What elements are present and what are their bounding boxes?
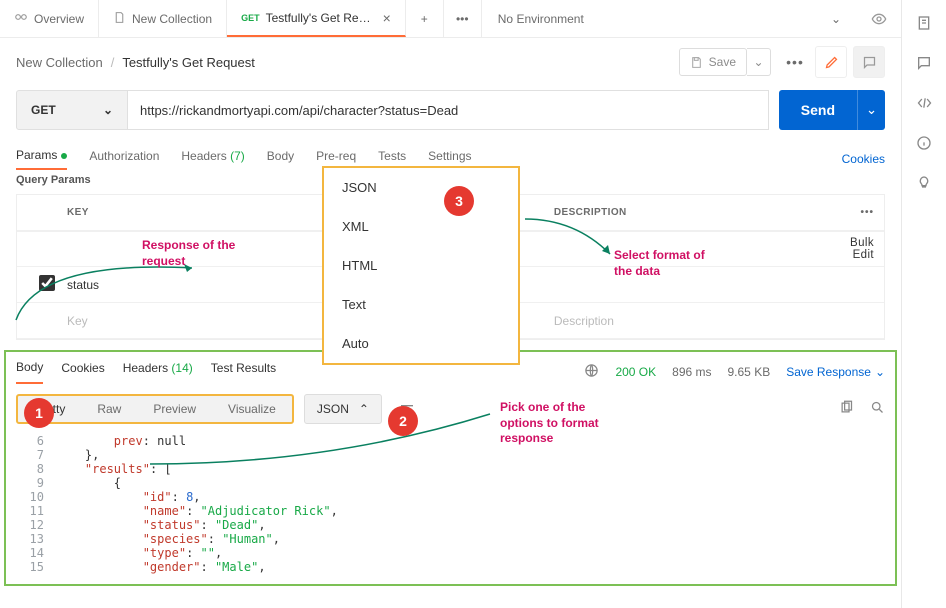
annotation-bubble-3: 3 [444, 186, 474, 216]
format-dropdown[interactable]: JSON ⌃ [304, 394, 382, 424]
view-tab-preview[interactable]: Preview [137, 396, 212, 422]
code-icon[interactable] [915, 94, 933, 112]
subtab-headers[interactable]: Headers (7) [181, 149, 244, 169]
send-dropdown[interactable]: ⌄ [857, 90, 885, 130]
param-desc-placeholder[interactable]: Description [544, 314, 836, 328]
file-icon [113, 11, 126, 27]
subtab-body[interactable]: Body [267, 149, 294, 169]
view-tab-raw[interactable]: Raw [81, 396, 137, 422]
tab-label: Overview [34, 12, 84, 26]
resp-tab-test-results[interactable]: Test Results [211, 361, 276, 383]
comment-button[interactable] [853, 46, 885, 78]
resp-tab-cookies[interactable]: Cookies [61, 361, 104, 383]
url-input[interactable] [128, 90, 769, 130]
chevron-down-icon: ⌄ [103, 103, 113, 117]
format-dropdown-menu: JSON XML HTML Text Auto [322, 166, 520, 365]
tab-overview[interactable]: Overview [0, 0, 99, 37]
annotation-text: Response of the request [142, 238, 252, 269]
annotation-bubble-2: 2 [388, 406, 418, 436]
method-selector[interactable]: GET ⌄ [16, 90, 128, 130]
annotation-bubble-1: 1 [24, 398, 54, 428]
url-row: GET ⌄ Send ⌄ [0, 90, 901, 130]
column-options[interactable]: ••• [860, 207, 874, 218]
bulk-edit-link[interactable]: Bulk Edit [836, 237, 884, 261]
environment-quicklook[interactable] [857, 0, 901, 37]
link-icon [14, 10, 28, 27]
tab-label: Testfully's Get Re… [266, 11, 371, 25]
chevron-down-icon: ⌄ [831, 12, 841, 26]
response-body[interactable]: 6 prev: null 7 }, 8 "results": [ 9 { 10 … [6, 434, 895, 584]
top-tabs: Overview New Collection GET Testfully's … [0, 0, 901, 38]
copy-icon[interactable] [839, 400, 854, 418]
right-rail [902, 0, 946, 608]
dd-item-xml[interactable]: XML [324, 207, 518, 246]
breadcrumb-current: Testfully's Get Request [122, 55, 255, 70]
environment-selector[interactable]: No Environment ⌄ [482, 12, 857, 26]
search-icon[interactable] [870, 400, 885, 418]
annotation-text: Pick one of the options to format respon… [500, 400, 600, 447]
send-button[interactable]: Send [779, 90, 857, 130]
tab-label: New Collection [132, 12, 212, 26]
tab-new-collection[interactable]: New Collection [99, 0, 227, 37]
close-icon[interactable]: × [383, 10, 391, 26]
info-icon[interactable] [915, 134, 933, 152]
globe-icon[interactable] [584, 363, 599, 381]
title-bar: New Collection / Testfully's Get Request… [0, 38, 901, 86]
param-key-placeholder[interactable]: Key [57, 314, 300, 328]
new-tab-button[interactable]: + [406, 0, 444, 37]
param-enabled-checkbox[interactable] [39, 275, 55, 291]
response-panel: Body Cookies Headers (14) Test Results 2… [4, 350, 897, 586]
comments-icon[interactable] [915, 54, 933, 72]
dd-item-auto[interactable]: Auto [324, 324, 518, 363]
view-tab-visualize[interactable]: Visualize [212, 396, 292, 422]
tab-active-request[interactable]: GET Testfully's Get Re… × [227, 0, 406, 37]
save-dropdown[interactable]: ⌄ [747, 48, 771, 76]
subtab-params[interactable]: Params [16, 148, 67, 170]
param-key[interactable]: status [57, 278, 300, 292]
edit-button[interactable] [815, 46, 847, 78]
save-response-link[interactable]: Save Response ⌄ [786, 365, 885, 379]
view-mode-tabs: Pretty Raw Preview Visualize [16, 394, 294, 424]
annotation-text: Select format of the data [614, 248, 714, 279]
subtab-authorization[interactable]: Authorization [89, 149, 159, 169]
resp-tab-headers[interactable]: Headers (14) [123, 361, 193, 383]
resp-tab-body[interactable]: Body [16, 360, 43, 384]
save-button[interactable]: Save [679, 48, 747, 76]
breadcrumb: New Collection / Testfully's Get Request [16, 55, 255, 70]
chevron-down-icon: ⌄ [875, 365, 885, 379]
breadcrumb-parent[interactable]: New Collection [16, 55, 103, 70]
tab-overflow-button[interactable]: ••• [444, 0, 482, 37]
dd-item-html[interactable]: HTML [324, 246, 518, 285]
dd-item-text[interactable]: Text [324, 285, 518, 324]
bulb-icon[interactable] [915, 174, 933, 192]
cookies-link[interactable]: Cookies [842, 152, 885, 166]
dd-item-json[interactable]: JSON [324, 168, 518, 207]
documentation-icon[interactable] [915, 14, 933, 32]
method-badge: GET [241, 13, 260, 23]
more-actions-button[interactable]: ••• [781, 54, 809, 70]
response-status: 200 OK 896 ms 9.65 KB Save Response ⌄ [584, 363, 885, 381]
chevron-up-icon: ⌃ [359, 402, 369, 416]
